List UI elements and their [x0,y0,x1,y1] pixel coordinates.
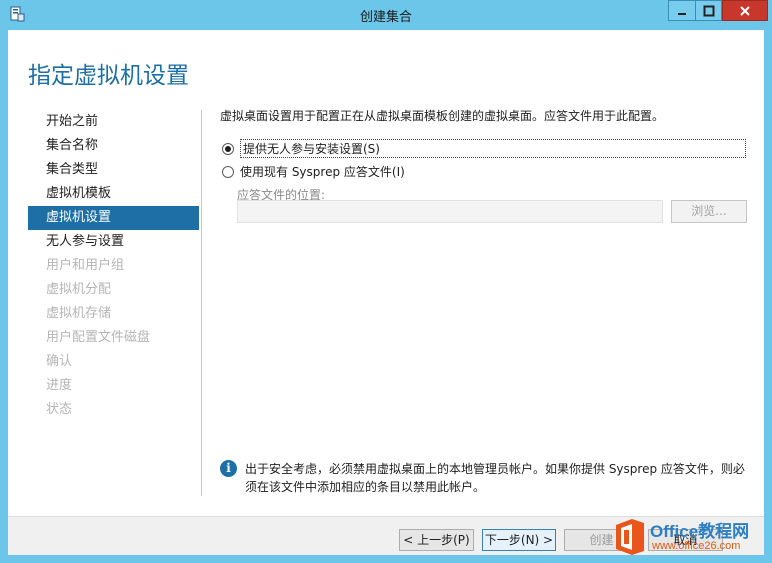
maximize-icon [703,5,714,16]
watermark-url: www.office26.com [652,540,741,552]
step-vm-allocation: 虚拟机分配 [46,282,112,297]
option-unattended-label[interactable]: 提供无人参与安装设置(S) [240,139,746,158]
radio-unselected-icon[interactable] [222,165,234,178]
dialog-window: 创建集合 指定虚拟机设置 开始之前 集合名称 集合类型 虚拟机模板 虚拟机设置 … [0,0,772,563]
step-results: 状态 [46,402,73,417]
step-confirmation: 确认 [46,354,73,369]
main-content: 虚拟桌面设置用于配置正在从虚拟桌面模板创建的虚拟桌面。应答文件用于此配置。 提供… [220,106,760,223]
radio-selected-icon[interactable] [222,142,234,155]
maximize-button[interactable] [696,0,722,21]
step-users-groups: 用户和用户组 [46,258,125,273]
previous-button[interactable]: < 上一步(P) [399,529,474,551]
close-button[interactable] [722,0,768,21]
browse-button: 浏览... [671,200,747,223]
info-icon: i [220,460,237,477]
step-user-profile-disks: 用户配置文件磁盘 [46,330,151,345]
step-collection-name[interactable]: 集合名称 [28,134,199,158]
dialog-client-area: 指定虚拟机设置 开始之前 集合名称 集合类型 虚拟机模板 虚拟机设置 无人参与设… [8,30,764,555]
close-icon [740,5,750,16]
option-sysprep-radio[interactable]: 使用现有 Sysprep 应答文件(I) [222,163,405,180]
step-unattended-settings[interactable]: 无人参与设置 [28,230,199,254]
option-unattended-radio[interactable]: 提供无人参与安装设置(S) [222,139,746,158]
minimize-button[interactable] [668,0,696,21]
next-button[interactable]: 下一步(N) > [482,529,556,551]
office-logo-icon [616,519,644,555]
step-vm-storage: 虚拟机存储 [46,306,112,321]
security-info-text: 出于安全考虑，必须禁用虚拟桌面上的本地管理员帐户。如果你提供 Sysprep 应… [245,462,745,494]
step-vm-template[interactable]: 虚拟机模板 [28,182,199,206]
step-vm-settings[interactable]: 虚拟机设置 [28,206,199,230]
nav-divider [201,110,202,496]
step-progress: 进度 [46,378,73,393]
settings-description: 虚拟桌面设置用于配置正在从虚拟桌面模板创建的虚拟桌面。应答文件用于此配置。 [220,109,665,123]
step-collection-type[interactable]: 集合类型 [28,158,199,182]
watermark-brand: Office教程网 [650,522,750,541]
step-before-you-begin[interactable]: 开始之前 [28,110,199,134]
answer-file-location-input [237,200,663,223]
option-sysprep-label[interactable]: 使用现有 Sysprep 应答文件(I) [240,163,405,180]
title-bar[interactable]: 创建集合 [0,0,772,30]
window-title: 创建集合 [359,10,412,25]
page-title: 指定虚拟机设置 [28,63,189,89]
watermark: Office教程网 www.office26.com [604,513,772,563]
security-info: i 出于安全考虑，必须禁用虚拟桌面上的本地管理员帐户。如果你提供 Sysprep… [220,460,756,496]
minimize-icon [678,12,686,15]
wizard-steps-nav: 开始之前 集合名称 集合类型 虚拟机模板 虚拟机设置 无人参与设置 用户和用户组… [28,110,199,422]
